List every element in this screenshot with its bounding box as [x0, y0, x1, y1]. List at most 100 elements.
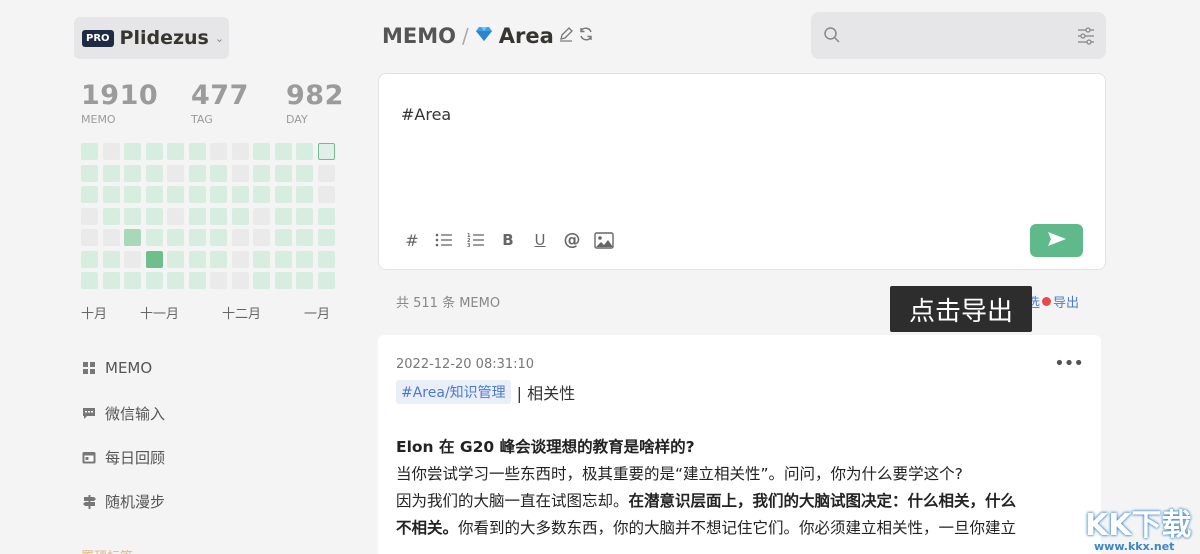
heatmap-cell[interactable] [210, 207, 227, 225]
heatmap-cell[interactable] [188, 143, 206, 160]
heatmap-cell[interactable] [124, 229, 141, 246]
heatmap-cell[interactable] [145, 272, 163, 289]
image-icon[interactable] [593, 229, 615, 251]
heatmap-cell[interactable] [274, 207, 292, 225]
heatmap-cell[interactable] [210, 272, 227, 289]
heatmap-cell[interactable] [188, 250, 206, 268]
heatmap-cell[interactable] [102, 164, 120, 182]
heatmap-cell[interactable] [102, 272, 120, 289]
underline-button[interactable]: U [529, 229, 551, 251]
heatmap-cell[interactable] [317, 207, 335, 225]
heatmap-cell[interactable] [81, 229, 98, 246]
heatmap-cell[interactable] [253, 164, 270, 182]
heatmap-cell[interactable] [296, 229, 313, 246]
memo-editor[interactable]: #Area # 123 B U @ [378, 73, 1106, 270]
heatmap-cell[interactable] [253, 272, 270, 289]
heatmap-cell[interactable] [167, 164, 184, 182]
heatmap-cell[interactable] [145, 143, 163, 160]
heatmap-cell[interactable] [167, 229, 184, 246]
heatmap-cell[interactable] [296, 272, 313, 289]
heatmap-cell[interactable] [81, 272, 98, 289]
heatmap-cell[interactable] [231, 229, 249, 246]
filter-settings-icon[interactable] [1076, 26, 1096, 46]
heatmap-cell[interactable] [210, 164, 227, 182]
bullet-list-icon[interactable] [433, 229, 455, 251]
heatmap-cell[interactable] [81, 164, 98, 182]
numbered-list-icon[interactable]: 123 [465, 229, 487, 251]
heatmap-cell[interactable] [124, 164, 141, 182]
heatmap-cell[interactable] [210, 186, 227, 203]
heatmap-cell[interactable] [124, 272, 141, 289]
heatmap-cell[interactable] [102, 207, 120, 225]
heatmap-cell[interactable] [167, 143, 184, 160]
heatmap-cell[interactable] [167, 250, 184, 268]
heatmap-cell[interactable] [167, 186, 184, 203]
heatmap-cell[interactable] [274, 229, 292, 246]
heatmap-cell[interactable] [145, 229, 163, 246]
heatmap-cell[interactable] [145, 164, 163, 182]
heatmap-cell[interactable] [231, 250, 249, 268]
heatmap-cell[interactable] [145, 186, 163, 203]
heatmap-cell[interactable] [296, 207, 313, 225]
heatmap-cell[interactable] [145, 250, 163, 268]
heatmap-cell[interactable] [231, 272, 249, 289]
heatmap-cell[interactable] [317, 143, 335, 160]
heatmap-cell[interactable] [124, 250, 141, 268]
hashtag-button[interactable]: # [401, 229, 423, 251]
heatmap-cell[interactable] [210, 143, 227, 160]
memo-tag[interactable]: #Area/知识管理 [396, 380, 511, 404]
send-button[interactable] [1030, 224, 1083, 257]
heatmap-cell[interactable] [274, 250, 292, 268]
search-input[interactable] [811, 12, 1106, 59]
heatmap-cell[interactable] [188, 186, 206, 203]
heatmap-cell[interactable] [253, 207, 270, 225]
heatmap-cell[interactable] [102, 229, 120, 246]
heatmap-cell[interactable] [274, 164, 292, 182]
heatmap-cell[interactable] [210, 229, 227, 246]
heatmap-cell[interactable] [102, 250, 120, 268]
heatmap-cell[interactable] [210, 250, 227, 268]
heatmap-cell[interactable] [124, 207, 141, 225]
heatmap-cell[interactable] [81, 186, 98, 203]
edit-icon[interactable] [558, 26, 574, 46]
heatmap-cell[interactable] [274, 143, 292, 160]
sync-icon[interactable] [578, 26, 594, 46]
heatmap-cell[interactable] [145, 207, 163, 225]
more-options-icon[interactable]: ••• [1054, 353, 1084, 374]
nav-item-random-walk[interactable]: 随机漫步 [81, 491, 281, 512]
mention-button[interactable]: @ [561, 229, 583, 251]
heatmap-cell[interactable] [231, 164, 249, 182]
heatmap-cell[interactable] [231, 186, 249, 203]
heatmap-cell[interactable] [317, 272, 335, 289]
heatmap-cell[interactable] [231, 143, 249, 160]
heatmap-cell[interactable] [102, 186, 120, 203]
heatmap-cell[interactable] [188, 229, 206, 246]
heatmap-cell[interactable] [317, 250, 335, 268]
bold-button[interactable]: B [497, 229, 519, 251]
heatmap-cell[interactable] [188, 272, 206, 289]
heatmap-cell[interactable] [188, 164, 206, 182]
heatmap-cell[interactable] [296, 164, 313, 182]
nav-item-daily-review[interactable]: 每日回顾 [81, 447, 281, 468]
nav-item-wechat[interactable]: 微信输入 [81, 403, 281, 424]
heatmap-cell[interactable] [167, 207, 184, 225]
heatmap-cell[interactable] [317, 229, 335, 246]
editor-text[interactable]: #Area [401, 105, 451, 124]
heatmap-cell[interactable] [253, 143, 270, 160]
heatmap-cell[interactable] [296, 250, 313, 268]
heatmap-cell[interactable] [124, 143, 141, 160]
heatmap-cell[interactable] [102, 143, 120, 160]
heatmap-cell[interactable] [296, 186, 313, 203]
heatmap-cell[interactable] [124, 186, 141, 203]
export-link[interactable]: 导出 [1053, 292, 1079, 311]
heatmap-cell[interactable] [253, 229, 270, 246]
user-menu-button[interactable]: PRO Plidezus ⌄ [74, 17, 229, 59]
heatmap-cell[interactable] [296, 143, 313, 160]
nav-item-memo[interactable]: MEMO [81, 359, 281, 377]
heatmap-cell[interactable] [317, 186, 335, 203]
heatmap-cell[interactable] [81, 207, 98, 225]
heatmap-cell[interactable] [167, 272, 184, 289]
heatmap-cell[interactable] [253, 186, 270, 203]
heatmap-cell[interactable] [274, 186, 292, 203]
heatmap-cell[interactable] [81, 143, 98, 160]
